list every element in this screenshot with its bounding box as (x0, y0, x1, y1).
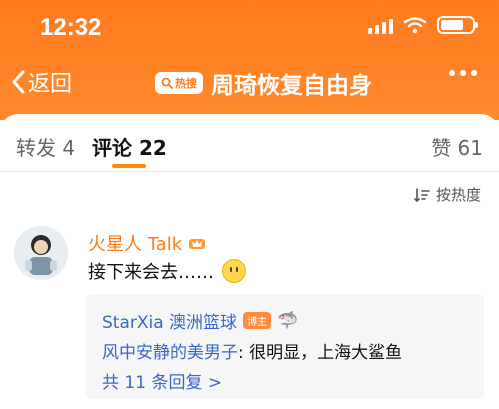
sort-button[interactable]: 按热度 (414, 184, 481, 205)
sort-icon (414, 187, 430, 202)
reply-author-2[interactable]: 风中安静的美男子 (102, 343, 238, 363)
more-replies-link[interactable]: 共 11 条回复 > (102, 368, 222, 393)
header-bar: 12:32 返回 热搜 周琦恢复自由身 (0, 0, 499, 120)
battery-icon (437, 16, 478, 34)
tab-comments[interactable]: 评论 22 (92, 132, 167, 161)
content-panel: 转发 4 评论 22 赞 61 按热度 火星人 Talk 接下来会去…… Sta… (0, 114, 499, 409)
comment-author[interactable]: 火星人 Talk (88, 230, 206, 256)
comment-text: 接下来会去…… (88, 258, 246, 284)
comment-body: 接下来会去…… (88, 262, 214, 283)
title-area[interactable]: 热搜 周琦恢复自由身 (155, 66, 372, 100)
back-button[interactable]: 返回 (10, 66, 72, 98)
more-dot-icon (471, 70, 477, 76)
status-icons (368, 16, 478, 34)
more-button[interactable] (449, 70, 477, 76)
active-tab-indicator (112, 164, 146, 168)
chevron-left-icon (12, 70, 25, 94)
more-dot-icon (460, 70, 466, 76)
reply-line-1: StarXia 澳洲篮球 博主 🦈 (102, 308, 299, 334)
crown-icon (189, 239, 206, 249)
reply-text-1: 🦈 (277, 310, 299, 331)
tab-bar: 转发 4 评论 22 赞 61 (0, 114, 499, 170)
divider (0, 171, 499, 172)
search-icon (161, 77, 173, 89)
reply-author-1[interactable]: StarXia 澳洲篮球 (102, 308, 237, 333)
reply-box[interactable]: StarXia 澳洲篮球 博主 🦈 风中安静的美男子: 很明显，上海大鲨鱼 共 … (86, 294, 484, 399)
page-title: 周琦恢复自由身 (211, 73, 372, 99)
reply-line-2: 风中安静的美男子: 很明显，上海大鲨鱼 (102, 338, 402, 363)
tab-likes[interactable]: 赞 61 (431, 132, 483, 161)
wifi-icon (403, 17, 427, 34)
comment-author-name: 火星人 Talk (88, 234, 183, 255)
smile-icon (222, 259, 246, 283)
hot-search-badge: 热搜 (155, 72, 203, 94)
sort-label: 按热度 (435, 186, 481, 204)
avatar[interactable] (14, 226, 68, 280)
more-dot-icon (449, 70, 455, 76)
hot-badge-label: 热搜 (175, 77, 197, 90)
reply-text-2: : 很明显，上海大鲨鱼 (238, 343, 403, 363)
back-label: 返回 (28, 72, 73, 97)
avatar-image (14, 226, 68, 280)
blogger-badge: 博主 (243, 312, 272, 329)
signal-icon (368, 16, 393, 34)
tab-repost[interactable]: 转发 4 (16, 132, 75, 161)
status-time: 12:32 (40, 14, 102, 41)
